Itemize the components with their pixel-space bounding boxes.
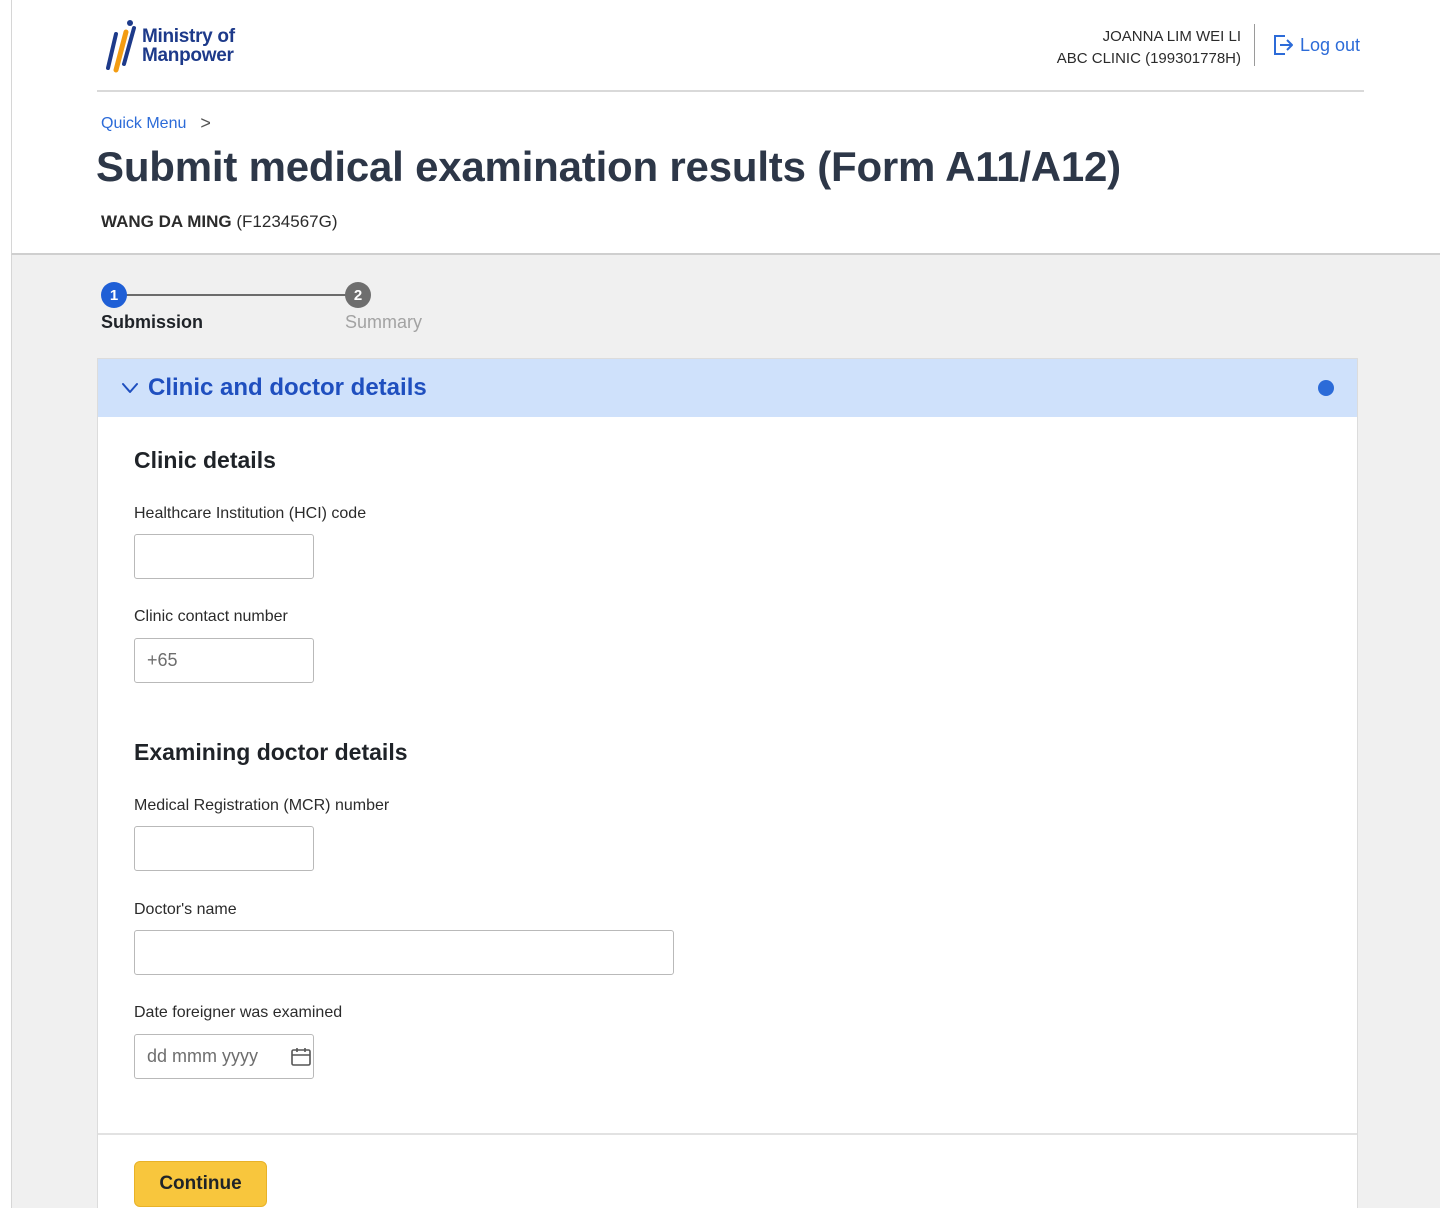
header-separator <box>97 90 1364 92</box>
doctor-section-title: Examining doctor details <box>134 739 408 765</box>
continue-button[interactable]: Continue <box>134 1161 267 1207</box>
step-1-label: Submission <box>101 312 204 332</box>
accordion-header[interactable]: Clinic and doctor details <box>98 359 1357 417</box>
exam-date-label: Date foreigner was examined <box>134 1004 343 1021</box>
card-footer-separator <box>98 1133 1357 1135</box>
form-card: Clinic and doctor details Clinic details… <box>97 358 1358 1208</box>
logout-button[interactable]: Log out <box>1272 33 1360 57</box>
logo-line-1: Ministry of <box>142 26 235 47</box>
clinic-section-title: Clinic details <box>134 447 276 473</box>
doctor-name-input[interactable] <box>134 930 674 975</box>
chevron-right-icon: > <box>200 113 211 133</box>
hci-code-input[interactable] <box>134 534 314 579</box>
applicant-name: WANG DA MING <box>101 212 232 231</box>
exam-date-input[interactable] <box>147 1046 282 1067</box>
clinic-contact-label: Clinic contact number <box>134 608 288 625</box>
mom-logo[interactable]: Ministry of Manpower <box>102 18 252 74</box>
calendar-icon[interactable] <box>290 1046 312 1068</box>
step-2-label: Summary <box>345 312 423 332</box>
logout-label: Log out <box>1300 34 1361 55</box>
mom-logo-icon <box>106 20 136 73</box>
stepper-connector <box>125 294 347 296</box>
breadcrumb: Quick Menu > <box>101 113 211 134</box>
progress-stepper: 1 2 Submission Summary <box>101 281 441 341</box>
user-name: JOANNA LIM WEI LI <box>1102 28 1241 45</box>
clinic-contact-input[interactable] <box>134 638 314 683</box>
status-dot <box>1318 380 1334 396</box>
doctor-name-label: Doctor's name <box>134 901 237 918</box>
accordion-title: Clinic and doctor details <box>148 374 427 401</box>
exam-date-field[interactable] <box>134 1034 314 1079</box>
page-title: Submit medical examination results (Form… <box>96 143 1121 190</box>
header-divider <box>1254 24 1255 66</box>
logo-text: Ministry of Manpower <box>142 27 235 65</box>
chevron-down-icon <box>122 383 138 393</box>
mcr-number-label: Medical Registration (MCR) number <box>134 797 390 814</box>
applicant-info: WANG DA MING (F1234567G) <box>101 212 338 232</box>
mcr-number-input[interactable] <box>134 826 314 871</box>
user-organisation: ABC CLINIC (199301778H) <box>1056 50 1241 67</box>
step-1-indicator: 1 <box>101 282 127 308</box>
user-info: JOANNA LIM WEI LI ABC CLINIC (199301778H… <box>1057 26 1241 70</box>
applicant-id: (F1234567G) <box>236 212 338 231</box>
breadcrumb-quick-menu[interactable]: Quick Menu <box>101 115 186 133</box>
step-2-indicator: 2 <box>345 282 371 308</box>
logout-icon <box>1274 35 1293 55</box>
logo-line-2: Manpower <box>142 45 234 66</box>
hci-code-label: Healthcare Institution (HCI) code <box>134 505 367 522</box>
